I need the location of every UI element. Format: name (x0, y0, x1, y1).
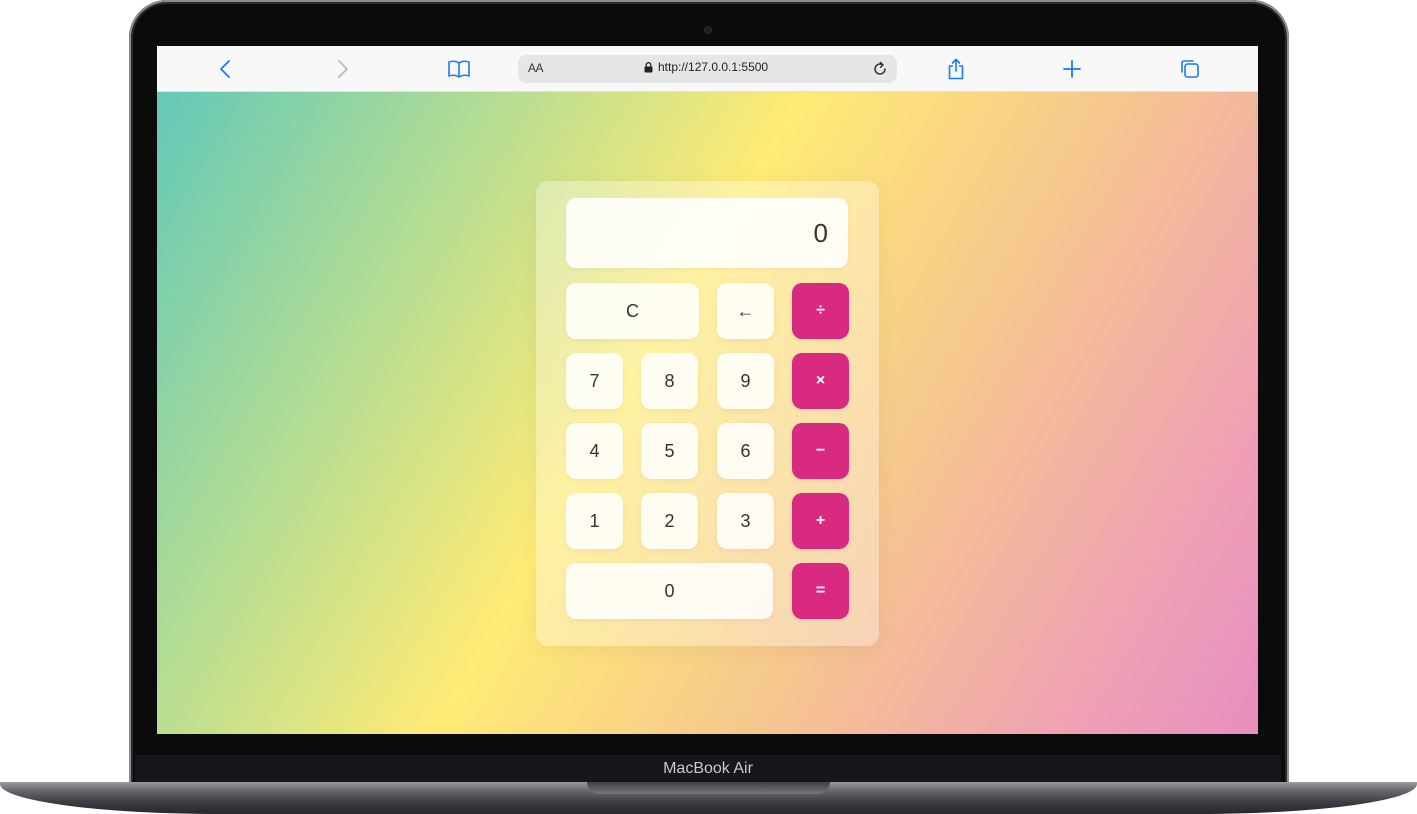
lock-icon (644, 61, 653, 72)
divide-button[interactable]: ÷ (792, 283, 849, 339)
device-label: MacBook Air (135, 755, 1281, 785)
equals-button[interactable]: = (792, 563, 849, 619)
calculator: 0 C ← ÷ 7 8 9 × 4 5 6 − 1 2 3 + 0 = (536, 181, 879, 646)
laptop-hinge-notch (587, 782, 830, 794)
new-tab-button[interactable] (1061, 46, 1083, 92)
digit-3-button[interactable]: 3 (717, 493, 774, 549)
digit-0-button[interactable]: 0 (566, 563, 773, 619)
share-button[interactable] (944, 46, 968, 92)
back-button[interactable] (214, 46, 236, 92)
add-button[interactable]: + (792, 493, 849, 549)
camera (704, 26, 712, 34)
digit-8-button[interactable]: 8 (641, 353, 698, 409)
calculator-display: 0 (566, 198, 848, 268)
tabs-button[interactable] (1179, 46, 1201, 92)
share-icon (948, 58, 964, 80)
reload-icon (874, 61, 886, 75)
forward-button[interactable] (332, 46, 354, 92)
digit-6-button[interactable]: 6 (717, 423, 774, 479)
digit-2-button[interactable]: 2 (641, 493, 698, 549)
digit-1-button[interactable]: 1 (566, 493, 623, 549)
plus-icon (1063, 60, 1081, 78)
reload-button[interactable] (869, 58, 891, 80)
screen: AA http://127.0.0.1:5500 0 C ← ÷ 7 8 9 ×… (157, 46, 1258, 734)
digit-9-button[interactable]: 9 (717, 353, 774, 409)
digit-5-button[interactable]: 5 (641, 423, 698, 479)
tabs-icon (1181, 60, 1199, 78)
address-bar[interactable]: AA http://127.0.0.1:5500 (518, 55, 897, 83)
text-size-button[interactable]: AA (528, 61, 544, 75)
subtract-button[interactable]: − (792, 423, 849, 479)
web-page: 0 C ← ÷ 7 8 9 × 4 5 6 − 1 2 3 + 0 = (157, 92, 1258, 734)
url-text: http://127.0.0.1:5500 (658, 60, 769, 74)
book-icon (448, 60, 470, 78)
chevron-right-icon (338, 60, 348, 78)
browser-toolbar: AA http://127.0.0.1:5500 (157, 46, 1258, 92)
chevron-left-icon (220, 60, 230, 78)
digit-7-button[interactable]: 7 (566, 353, 623, 409)
bookmarks-button[interactable] (446, 46, 472, 92)
digit-4-button[interactable]: 4 (566, 423, 623, 479)
clear-button[interactable]: C (566, 283, 699, 339)
backspace-button[interactable]: ← (717, 283, 774, 339)
multiply-button[interactable]: × (792, 353, 849, 409)
